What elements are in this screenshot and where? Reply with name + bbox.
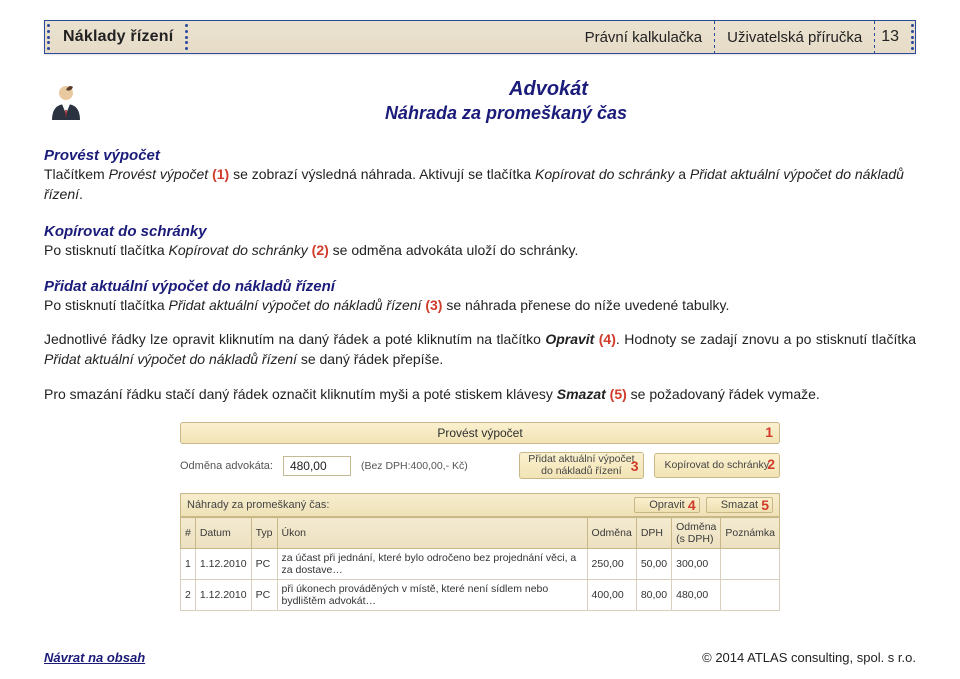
heading-line1: Advokát [96,78,916,101]
embedded-ui: Provést výpočet 1 Odměna advokáta: 480,0… [180,422,780,611]
col-act: Úkon [277,518,587,549]
section3-paragraph: Po stisknutí tlačítka Přidat aktuální vý… [44,295,916,315]
edit-button[interactable]: Opravit 4 [634,497,699,513]
col-num: # [181,518,196,549]
calc-button[interactable]: Provést výpočet 1 [180,422,780,444]
banner-right: Uživatelská příručka [715,29,874,46]
page-banner: Náklady řízení Právní kalkulačka Uživate… [44,20,916,54]
banner-left: Náklady řízení [63,28,173,46]
paragraph-edit: Jednotlivé řádky lze opravit kliknutím n… [44,329,916,370]
annotation-3: 3 [631,459,639,474]
fee-without-vat: (Bez DPH:400,00,- Kč) [361,460,468,472]
delete-button[interactable]: Smazat 5 [706,497,773,513]
results-table: # Datum Typ Úkon Odměna DPH Odměna (s DP… [180,517,780,611]
table-titlebar: Náhrady za promeškaný čas: Opravit 4 Sma… [180,493,780,517]
section2-title: Kopírovat do schránky [44,223,916,240]
copyright-text: © 2014 ATLAS consulting, spol. s r.o. [702,650,916,665]
col-date: Datum [195,518,251,549]
table-title: Náhrady za promeškaný čas: [187,499,628,511]
copy-clipboard-button[interactable]: Kopírovat do schránky 2 [654,453,780,479]
section1-paragraph: Tlačítkem Provést výpočet (1) se zobrazí… [44,164,916,205]
fee-field[interactable]: 480,00 [283,456,351,476]
section1-title: Provést výpočet [44,147,916,164]
section2-paragraph: Po stisknutí tlačítka Kopírovat do schrá… [44,240,916,260]
fee-label: Odměna advokáta: [180,460,273,472]
col-fee: Odměna [587,518,636,549]
col-note: Poznámka [721,518,780,549]
lawyer-icon [44,80,88,129]
back-to-contents-link[interactable]: Návrat na obsah [44,650,145,665]
table-row[interactable]: 1 1.12.2010 PC za účast při jednání, kte… [181,549,780,580]
add-to-costs-button[interactable]: Přidat aktuální výpočetdo nákladů řízení… [519,452,643,479]
col-tot: Odměna (s DPH) [672,518,721,549]
col-vat: DPH [636,518,671,549]
section3-title: Přidat aktuální výpočet do nákladů řízen… [44,278,916,295]
annotation-1: 1 [765,424,773,440]
annotation-2: 2 [767,457,775,472]
paragraph-delete: Pro smazání řádku stačí daný řádek označ… [44,384,916,404]
banner-page-number: 13 [875,28,909,46]
banner-mid: Právní kalkulačka [573,29,715,46]
annotation-5: 5 [761,497,769,513]
heading-line2: Náhrada za promeškaný čas [96,103,916,124]
annotation-4: 4 [688,497,696,513]
table-row[interactable]: 2 1.12.2010 PC při úkonech prováděných v… [181,580,780,611]
col-type: Typ [251,518,277,549]
